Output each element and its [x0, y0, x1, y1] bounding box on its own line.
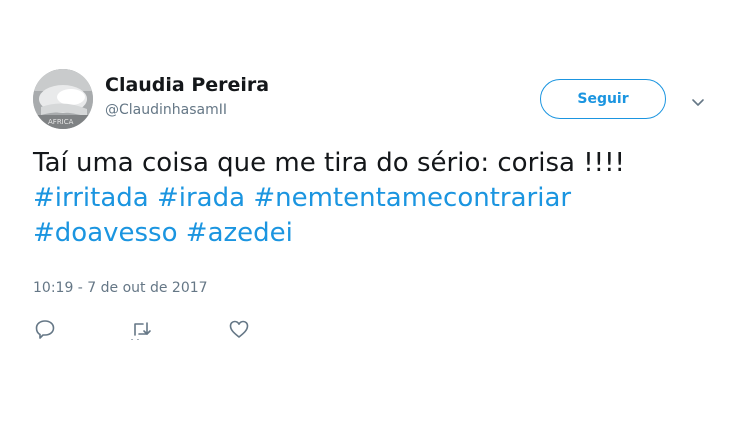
retweet-button[interactable] — [130, 318, 152, 340]
author-block: Claudia Pereira @ClaudinhasamII — [105, 73, 269, 120]
hashtag-irritada[interactable]: #irritada — [33, 183, 149, 213]
reply-button[interactable] — [34, 318, 56, 340]
tweet-card: AFRICA Claudia Pereira @ClaudinhasamII S… — [0, 0, 731, 430]
hashtag-line: #doavesso #azedei — [33, 216, 713, 251]
follow-button[interactable]: Seguir — [540, 79, 666, 119]
hashtag-irada[interactable]: #irada — [157, 183, 245, 213]
avatar-caption: AFRICA — [48, 118, 74, 126]
hashtag-doavesso[interactable]: #doavesso — [33, 218, 178, 248]
heart-icon — [229, 320, 249, 338]
like-button[interactable] — [228, 318, 250, 340]
reply-icon — [35, 320, 55, 339]
avatar-image: AFRICA — [33, 69, 93, 129]
hashtag-nemtentamecontrariar[interactable]: #nemtentamecontrariar — [253, 183, 571, 213]
hashtag-line: #irritada #irada #nemtentamecontrariar — [33, 181, 713, 216]
display-name[interactable]: Claudia Pereira — [105, 73, 269, 97]
tweet-text: Taí uma coisa que me tira do sério: cori… — [33, 146, 713, 251]
avatar[interactable]: AFRICA — [33, 69, 93, 129]
tweet-timestamp[interactable]: 10:19 - 7 de out de 2017 — [33, 278, 208, 298]
retweet-icon — [131, 322, 151, 340]
hashtag-azedei[interactable]: #azedei — [186, 218, 293, 248]
tweet-text-line: Taí uma coisa que me tira do sério: cori… — [33, 148, 625, 178]
user-handle[interactable]: @ClaudinhasamII — [105, 100, 269, 120]
chevron-down-icon[interactable] — [690, 94, 706, 106]
